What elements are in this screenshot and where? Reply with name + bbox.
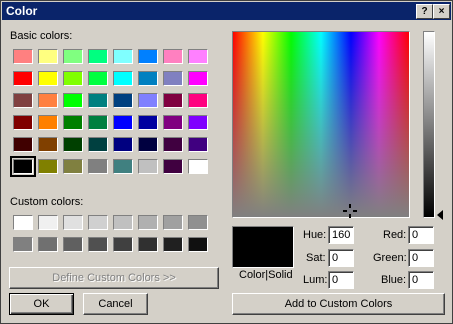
help-button[interactable]: ? xyxy=(416,4,433,19)
color-swatch[interactable] xyxy=(63,115,83,130)
color-swatch[interactable] xyxy=(63,93,83,108)
color-swatch[interactable] xyxy=(188,237,208,252)
crosshair-icon xyxy=(343,204,357,218)
color-swatch[interactable] xyxy=(138,71,158,86)
lum-input[interactable]: 0 xyxy=(328,271,354,289)
color-swatch[interactable] xyxy=(13,49,33,64)
red-label: Red: xyxy=(383,229,407,241)
color-swatch[interactable] xyxy=(88,137,108,152)
red-input[interactable]: 0 xyxy=(408,226,434,244)
color-swatch[interactable] xyxy=(113,115,133,130)
color-swatch[interactable] xyxy=(63,237,83,252)
color-swatch[interactable] xyxy=(188,215,208,230)
color-swatch[interactable] xyxy=(188,49,208,64)
ok-button[interactable]: OK xyxy=(9,293,74,315)
custom-colors-label: Custom colors: xyxy=(10,196,84,208)
color-swatch[interactable] xyxy=(138,215,158,230)
color-swatch[interactable] xyxy=(63,137,83,152)
color-swatch[interactable] xyxy=(188,93,208,108)
define-custom-colors-button: Define Custom Colors >> xyxy=(9,267,219,289)
color-swatch[interactable] xyxy=(113,159,133,174)
color-swatch[interactable] xyxy=(188,159,208,174)
color-swatch[interactable] xyxy=(10,156,36,177)
window-title: Color xyxy=(6,4,38,18)
color-swatch[interactable] xyxy=(88,115,108,130)
color-swatch[interactable] xyxy=(13,115,33,130)
color-swatch[interactable] xyxy=(138,49,158,64)
color-swatch[interactable] xyxy=(13,71,33,86)
green-label: Green: xyxy=(373,252,407,264)
color-preview xyxy=(232,226,294,268)
color-swatch[interactable] xyxy=(138,159,158,174)
color-swatch[interactable] xyxy=(163,215,183,230)
color-swatch[interactable] xyxy=(138,93,158,108)
luminance-slider[interactable] xyxy=(423,31,435,218)
blue-label: Blue: xyxy=(381,274,407,286)
luminance-arrow-icon[interactable] xyxy=(437,210,443,220)
color-swatch[interactable] xyxy=(163,71,183,86)
hue-input[interactable]: 160 xyxy=(328,226,354,244)
color-swatch[interactable] xyxy=(38,237,58,252)
color-swatch[interactable] xyxy=(63,215,83,230)
color-swatch[interactable] xyxy=(163,115,183,130)
color-swatch[interactable] xyxy=(188,71,208,86)
color-solid-label: Color|Solid xyxy=(239,269,293,281)
color-swatch[interactable] xyxy=(38,49,58,64)
color-swatch[interactable] xyxy=(38,159,58,174)
color-swatch[interactable] xyxy=(163,49,183,64)
color-swatch[interactable] xyxy=(113,237,133,252)
color-swatch[interactable] xyxy=(113,49,133,64)
color-swatch[interactable] xyxy=(13,237,33,252)
color-swatch[interactable] xyxy=(38,137,58,152)
color-swatch[interactable] xyxy=(188,137,208,152)
color-swatch[interactable] xyxy=(63,49,83,64)
color-swatch[interactable] xyxy=(113,71,133,86)
title-bar: Color ? × xyxy=(2,2,451,20)
color-swatch[interactable] xyxy=(88,71,108,86)
color-swatch[interactable] xyxy=(163,93,183,108)
color-swatch[interactable] xyxy=(88,215,108,230)
add-to-custom-colors-button[interactable]: Add to Custom Colors xyxy=(232,293,445,315)
green-input[interactable]: 0 xyxy=(408,249,434,267)
color-swatch[interactable] xyxy=(38,93,58,108)
color-swatch[interactable] xyxy=(88,93,108,108)
color-swatch[interactable] xyxy=(63,159,83,174)
color-swatch[interactable] xyxy=(113,93,133,108)
color-swatch[interactable] xyxy=(88,159,108,174)
color-swatch[interactable] xyxy=(113,215,133,230)
color-swatch[interactable] xyxy=(38,71,58,86)
color-swatch[interactable] xyxy=(13,137,33,152)
color-swatch[interactable] xyxy=(63,71,83,86)
color-swatch[interactable] xyxy=(88,49,108,64)
color-swatch[interactable] xyxy=(113,137,133,152)
color-swatch[interactable] xyxy=(138,137,158,152)
color-swatch[interactable] xyxy=(38,115,58,130)
color-swatch[interactable] xyxy=(163,237,183,252)
hue-label: Hue: xyxy=(303,229,327,241)
color-dialog: Color ? × Basic colors: Custom colors: D… xyxy=(0,0,453,324)
color-swatch[interactable] xyxy=(163,159,183,174)
close-button[interactable]: × xyxy=(433,4,450,19)
basic-colors-label: Basic colors: xyxy=(10,30,73,42)
color-swatch[interactable] xyxy=(13,215,33,230)
color-swatch[interactable] xyxy=(88,237,108,252)
color-swatch[interactable] xyxy=(138,115,158,130)
sat-label: Sat: xyxy=(306,252,326,264)
lum-label: Lum: xyxy=(303,274,328,286)
color-swatch[interactable] xyxy=(13,93,33,108)
sat-input[interactable]: 0 xyxy=(328,249,354,267)
color-swatch[interactable] xyxy=(38,215,58,230)
color-swatch[interactable] xyxy=(138,237,158,252)
color-spectrum[interactable] xyxy=(232,31,410,218)
color-swatch[interactable] xyxy=(188,115,208,130)
cancel-button[interactable]: Cancel xyxy=(83,293,148,315)
color-swatch[interactable] xyxy=(163,137,183,152)
blue-input[interactable]: 0 xyxy=(408,271,434,289)
